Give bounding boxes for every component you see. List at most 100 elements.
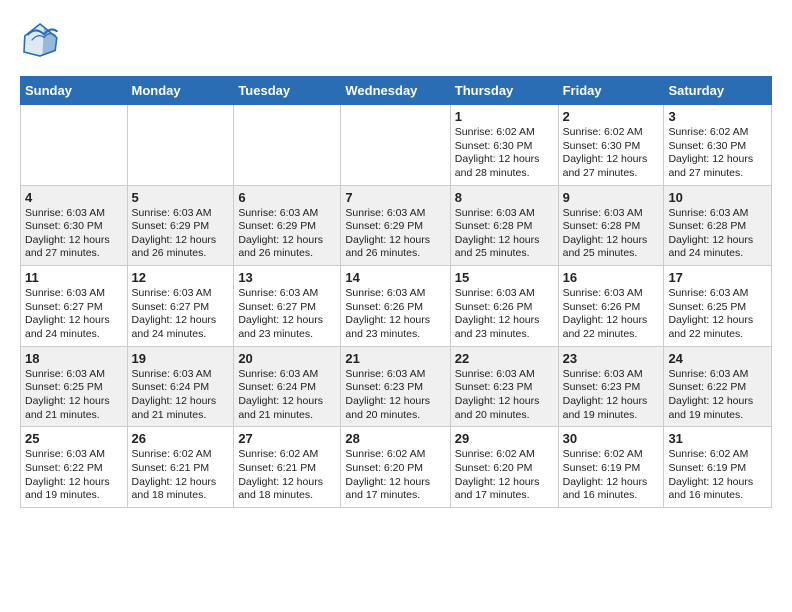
day-number: 31 bbox=[668, 431, 767, 446]
calendar-cell: 16 Sunrise: 6:03 AMSunset: 6:26 PMDayligh… bbox=[558, 266, 664, 347]
day-info: Sunrise: 6:03 AM bbox=[668, 207, 767, 221]
day-number: 23 bbox=[563, 351, 660, 366]
day-number: 1 bbox=[455, 109, 554, 124]
day-info: Sunset: 6:30 PM bbox=[25, 220, 123, 234]
day-info: Daylight: 12 hours and 19 minutes. bbox=[668, 395, 767, 422]
day-info: Sunrise: 6:02 AM bbox=[563, 448, 660, 462]
day-number: 2 bbox=[563, 109, 660, 124]
day-info: Sunrise: 6:03 AM bbox=[25, 287, 123, 301]
day-info: Sunset: 6:29 PM bbox=[345, 220, 445, 234]
day-info: Sunrise: 6:03 AM bbox=[132, 287, 230, 301]
day-number: 4 bbox=[25, 190, 123, 205]
day-info: Daylight: 12 hours and 28 minutes. bbox=[455, 153, 554, 180]
day-info: Daylight: 12 hours and 16 minutes. bbox=[563, 476, 660, 503]
day-info: Sunset: 6:19 PM bbox=[563, 462, 660, 476]
day-number: 15 bbox=[455, 270, 554, 285]
page-header bbox=[20, 20, 772, 60]
day-info: Daylight: 12 hours and 17 minutes. bbox=[455, 476, 554, 503]
day-info: Daylight: 12 hours and 22 minutes. bbox=[563, 314, 660, 341]
col-header-friday: Friday bbox=[558, 77, 664, 105]
day-info: Daylight: 12 hours and 27 minutes. bbox=[25, 234, 123, 261]
calendar-cell: 5Sunrise: 6:03 AMSunset: 6:29 PMDaylight… bbox=[127, 185, 234, 266]
calendar-cell: 13Sunrise: 6:03 AMSunset: 6:27 PMDayligh… bbox=[234, 266, 341, 347]
col-header-wednesday: Wednesday bbox=[341, 77, 450, 105]
calendar-header-row: SundayMondayTuesdayWednesdayThursdayFrid… bbox=[21, 77, 772, 105]
day-info: Sunset: 6:24 PM bbox=[238, 381, 336, 395]
day-number: 3 bbox=[668, 109, 767, 124]
day-info: Sunset: 6:30 PM bbox=[455, 140, 554, 154]
calendar-cell: 21Sunrise: 6:03 AMSunset: 6:23 PMDayligh… bbox=[341, 346, 450, 427]
calendar-cell bbox=[127, 105, 234, 186]
day-info: Daylight: 12 hours and 24 minutes. bbox=[132, 314, 230, 341]
day-number: 17 bbox=[668, 270, 767, 285]
day-number: 8 bbox=[455, 190, 554, 205]
calendar-cell: 20Sunrise: 6:03 AMSunset: 6:24 PMDayligh… bbox=[234, 346, 341, 427]
day-number: 14 bbox=[345, 270, 445, 285]
day-info: Daylight: 12 hours and 27 minutes. bbox=[563, 153, 660, 180]
day-info: Sunrise: 6:02 AM bbox=[668, 126, 767, 140]
day-info: Sunset: 6:23 PM bbox=[455, 381, 554, 395]
day-number: 27 bbox=[238, 431, 336, 446]
day-info: Daylight: 12 hours and 19 minutes. bbox=[25, 476, 123, 503]
day-number: 20 bbox=[238, 351, 336, 366]
calendar-cell: 11Sunrise: 6:03 AMSunset: 6:27 PMDayligh… bbox=[21, 266, 128, 347]
day-number: 24 bbox=[668, 351, 767, 366]
day-info: Sunset: 6:20 PM bbox=[455, 462, 554, 476]
day-info: Daylight: 12 hours and 26 minutes. bbox=[345, 234, 445, 261]
day-info: Sunset: 6:19 PM bbox=[668, 462, 767, 476]
day-info: Sunset: 6:22 PM bbox=[25, 462, 123, 476]
day-number: 13 bbox=[238, 270, 336, 285]
day-info: Daylight: 12 hours and 20 minutes. bbox=[345, 395, 445, 422]
calendar-cell: 4Sunrise: 6:03 AMSunset: 6:30 PMDaylight… bbox=[21, 185, 128, 266]
day-info: Sunrise: 6:02 AM bbox=[668, 448, 767, 462]
calendar-cell: 24Sunrise: 6:03 AMSunset: 6:22 PMDayligh… bbox=[664, 346, 772, 427]
day-info: Sunrise: 6:03 AM bbox=[563, 287, 660, 301]
day-info: Daylight: 12 hours and 26 minutes. bbox=[132, 234, 230, 261]
calendar-cell: 2Sunrise: 6:02 AMSunset: 6:30 PMDaylight… bbox=[558, 105, 664, 186]
day-number: 11 bbox=[25, 270, 123, 285]
day-info: Daylight: 12 hours and 20 minutes. bbox=[455, 395, 554, 422]
day-info: Daylight: 12 hours and 26 minutes. bbox=[238, 234, 336, 261]
day-info: Sunrise: 6:03 AM bbox=[238, 207, 336, 221]
day-number: 19 bbox=[132, 351, 230, 366]
day-info: Sunrise: 6:03 AM bbox=[25, 448, 123, 462]
calendar-cell: 31Sunrise: 6:02 AMSunset: 6:19 PMDayligh… bbox=[664, 427, 772, 508]
calendar-cell: 18Sunrise: 6:03 AMSunset: 6:25 PMDayligh… bbox=[21, 346, 128, 427]
day-info: Sunrise: 6:03 AM bbox=[345, 207, 445, 221]
day-info: Sunrise: 6:02 AM bbox=[132, 448, 230, 462]
day-info: Sunset: 6:23 PM bbox=[345, 381, 445, 395]
day-info: Sunset: 6:26 PM bbox=[563, 301, 660, 315]
day-info: Sunset: 6:27 PM bbox=[25, 301, 123, 315]
day-info: Sunset: 6:21 PM bbox=[238, 462, 336, 476]
day-info: Sunset: 6:26 PM bbox=[345, 301, 445, 315]
day-info: Daylight: 12 hours and 23 minutes. bbox=[345, 314, 445, 341]
day-info: Sunset: 6:21 PM bbox=[132, 462, 230, 476]
day-number: 30 bbox=[563, 431, 660, 446]
day-number: 16 bbox=[563, 270, 660, 285]
day-info: Sunset: 6:27 PM bbox=[132, 301, 230, 315]
calendar-cell: 27Sunrise: 6:02 AMSunset: 6:21 PMDayligh… bbox=[234, 427, 341, 508]
day-info: Sunrise: 6:03 AM bbox=[455, 368, 554, 382]
day-info: Sunset: 6:20 PM bbox=[345, 462, 445, 476]
day-info: Sunset: 6:22 PM bbox=[668, 381, 767, 395]
day-info: Sunrise: 6:02 AM bbox=[345, 448, 445, 462]
day-info: Daylight: 12 hours and 25 minutes. bbox=[455, 234, 554, 261]
day-info: Daylight: 12 hours and 17 minutes. bbox=[345, 476, 445, 503]
day-number: 25 bbox=[25, 431, 123, 446]
col-header-sunday: Sunday bbox=[21, 77, 128, 105]
calendar-week-row: 1Sunrise: 6:02 AMSunset: 6:30 PMDaylight… bbox=[21, 105, 772, 186]
day-number: 10 bbox=[668, 190, 767, 205]
day-info: Sunset: 6:29 PM bbox=[132, 220, 230, 234]
calendar-cell: 10Sunrise: 6:03 AMSunset: 6:28 PMDayligh… bbox=[664, 185, 772, 266]
day-info: Sunrise: 6:03 AM bbox=[238, 287, 336, 301]
calendar-cell bbox=[341, 105, 450, 186]
day-info: Sunrise: 6:02 AM bbox=[563, 126, 660, 140]
day-number: 28 bbox=[345, 431, 445, 446]
calendar-week-row: 18Sunrise: 6:03 AMSunset: 6:25 PMDayligh… bbox=[21, 346, 772, 427]
day-number: 12 bbox=[132, 270, 230, 285]
day-info: Sunset: 6:29 PM bbox=[238, 220, 336, 234]
day-number: 26 bbox=[132, 431, 230, 446]
day-number: 5 bbox=[132, 190, 230, 205]
calendar-cell: 28 Sunrise: 6:02 AMSunset: 6:20 PMDayligh… bbox=[341, 427, 450, 508]
calendar-cell: 25 Sunrise: 6:03 AMSunset: 6:22 PMDayligh… bbox=[21, 427, 128, 508]
